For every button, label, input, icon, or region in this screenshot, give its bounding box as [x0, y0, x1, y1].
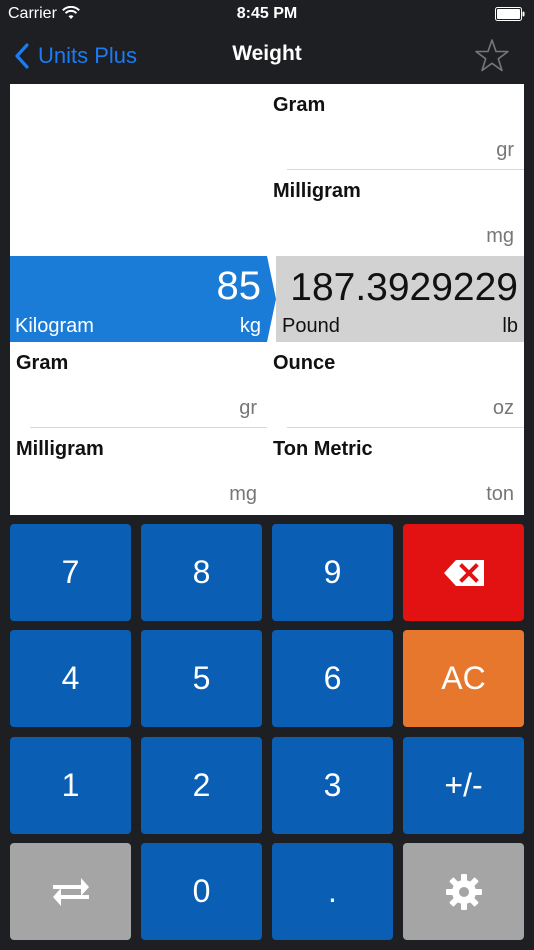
input-unit-abbr: kg — [239, 315, 261, 337]
swap-units-button[interactable] — [10, 843, 131, 940]
battery-icon — [495, 7, 525, 21]
unit-abbr: oz — [492, 397, 514, 419]
page-title: Weight — [232, 42, 302, 65]
unit-cell-ounce[interactable]: Ounce oz — [267, 342, 524, 428]
unit-name: Ton Metric — [273, 438, 373, 460]
unit-name: Gram — [16, 352, 69, 374]
unit-cell-ton-metric[interactable]: Ton Metric ton — [267, 428, 524, 514]
unit-abbr: gr — [496, 139, 514, 161]
unit-cell-milligram[interactable]: Milligram mg — [10, 428, 267, 514]
key-6[interactable]: 6 — [272, 630, 393, 727]
key-decimal[interactable]: . — [272, 843, 393, 940]
conversion-panel: Gram gr Milligram mg 85 Kilogram kg 187.… — [10, 84, 524, 515]
backspace-button[interactable] — [403, 524, 524, 621]
unit-abbr: gr — [239, 397, 257, 419]
sign-toggle-button[interactable]: +/- — [403, 737, 524, 834]
unit-cell-milligram-top[interactable]: Milligram mg — [267, 170, 524, 256]
unit-name: Milligram — [16, 438, 104, 460]
unit-abbr: ton — [486, 483, 514, 505]
result-unit-abbr: lb — [502, 315, 518, 337]
key-9[interactable]: 9 — [272, 524, 393, 621]
active-indicator-arrow — [260, 256, 276, 342]
key-2[interactable]: 2 — [141, 737, 262, 834]
backspace-icon — [443, 559, 484, 586]
navigation-bar: Units Plus Weight — [0, 30, 534, 84]
unit-cell-gram[interactable]: Gram gr — [10, 342, 267, 428]
status-time: 8:45 PM — [236, 5, 298, 22]
input-value: 85 — [216, 264, 262, 308]
unit-abbr: mg — [229, 483, 257, 505]
input-unit-cell[interactable]: 85 Kilogram kg — [10, 256, 267, 342]
unit-name: Gram — [273, 94, 326, 116]
settings-button[interactable] — [403, 843, 524, 940]
result-value: 187.3929229 — [290, 266, 518, 309]
star-outline-icon[interactable] — [474, 38, 510, 72]
key-7[interactable]: 7 — [10, 524, 131, 621]
key-1[interactable]: 1 — [10, 737, 131, 834]
key-0[interactable]: 0 — [141, 843, 262, 940]
clear-button[interactable]: AC — [403, 630, 524, 727]
unit-name: Ounce — [273, 352, 336, 374]
key-5[interactable]: 5 — [141, 630, 262, 727]
key-8[interactable]: 8 — [141, 524, 262, 621]
key-4[interactable]: 4 — [10, 630, 131, 727]
result-unit-name: Pound — [282, 315, 340, 337]
unit-abbr: mg — [486, 225, 514, 247]
swap-arrows-icon — [52, 877, 89, 906]
gear-icon — [445, 873, 482, 910]
result-unit-cell[interactable]: 187.3929229 Pound lb — [276, 256, 524, 342]
unit-cell-gram-top[interactable]: Gram gr — [267, 84, 524, 170]
input-unit-name: Kilogram — [15, 315, 94, 337]
key-3[interactable]: 3 — [272, 737, 393, 834]
keypad: 7 8 9 4 5 6 AC 1 2 3 +/- 0 . — [10, 524, 524, 940]
unit-name: Milligram — [273, 180, 361, 202]
status-bar: Carrier 8:45 PM — [0, 0, 534, 30]
